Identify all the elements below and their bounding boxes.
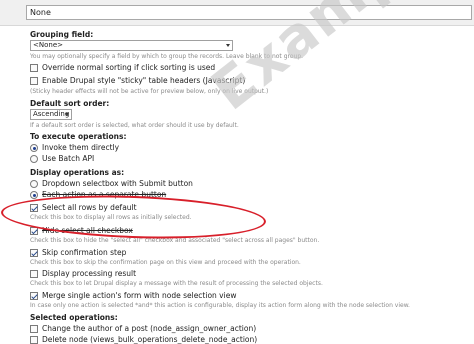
skip-confirmation-option[interactable]: Skip confirmation step: [30, 248, 126, 257]
display-result-option[interactable]: Display processing result: [30, 269, 136, 278]
default-sort-label: Default sort order:: [30, 99, 110, 108]
merge-action-label: Merge single action's form with node sel…: [42, 291, 237, 300]
execute-batch-label: Use Batch API: [42, 154, 95, 163]
display-operations-label: Display operations as:: [30, 168, 125, 177]
chevron-down-icon: [65, 113, 69, 116]
sticky-headers-checkbox[interactable]: [30, 76, 38, 85]
selected-operation-item[interactable]: Change the author of a post (node_assign…: [30, 324, 256, 333]
override-sort-checkbox[interactable]: [30, 63, 38, 72]
grouping-field-select[interactable]: <None>: [30, 40, 233, 51]
sticky-headers-option[interactable]: Enable Drupal style "sticky" table heade…: [30, 76, 245, 85]
display-option-dropdown[interactable]: Dropdown selectbox with Submit button: [30, 179, 193, 188]
selected-operation-label: Change the author of a post (node_assign…: [42, 324, 257, 333]
execute-option-batch[interactable]: Use Batch API: [30, 154, 94, 163]
execute-operations-label: To execute operations:: [30, 132, 127, 141]
top-select[interactable]: None: [26, 5, 472, 20]
display-result-description: Check this box to let Drupal display a m…: [30, 280, 323, 287]
execute-direct-radio[interactable]: [30, 143, 38, 152]
display-result-checkbox[interactable]: [30, 269, 38, 278]
override-sort-label: Override normal sorting if click sorting…: [42, 63, 216, 72]
selected-operation-label: Delete node (views_bulk_operations_delet…: [42, 335, 258, 344]
override-sort-option[interactable]: Override normal sorting if click sorting…: [30, 63, 215, 72]
execute-direct-label: Invoke them directly: [42, 143, 120, 152]
skip-confirmation-description: Check this box to skip the confirmation …: [30, 259, 301, 266]
selected-operation-item[interactable]: Delete node (views_bulk_operations_delet…: [30, 335, 257, 344]
display-result-label: Display processing result: [42, 269, 137, 278]
default-sort-description: If a default sort order is selected, wha…: [30, 122, 239, 129]
settings-page: None Grouping field: <None> You may opti…: [0, 0, 474, 344]
merge-action-checkbox[interactable]: [30, 291, 38, 300]
top-bar: None: [0, 0, 474, 26]
default-sort-select[interactable]: Ascending: [30, 109, 72, 120]
display-buttons-radio[interactable]: [30, 190, 38, 199]
selected-operation-checkbox[interactable]: [30, 324, 38, 333]
sticky-headers-label: Enable Drupal style "sticky" table heade…: [42, 76, 246, 85]
selected-operations-label: Selected operations:: [30, 313, 118, 322]
sticky-headers-description: (Sticky header effects will not be activ…: [30, 88, 269, 95]
default-sort-value: Ascending: [33, 110, 70, 118]
skip-confirmation-label: Skip confirmation step: [42, 248, 127, 257]
merge-action-description: In case only one action is selected *and…: [30, 302, 410, 309]
grouping-field-value: <None>: [33, 41, 63, 49]
display-dropdown-radio[interactable]: [30, 179, 38, 188]
grouping-field-label: Grouping field:: [30, 30, 94, 39]
execute-option-direct[interactable]: Invoke them directly: [30, 143, 119, 152]
merge-action-option[interactable]: Merge single action's form with node sel…: [30, 291, 236, 300]
execute-batch-radio[interactable]: [30, 154, 38, 163]
display-dropdown-label: Dropdown selectbox with Submit button: [42, 179, 193, 188]
chevron-down-icon: [226, 44, 230, 47]
selected-operation-checkbox[interactable]: [30, 335, 38, 344]
grouping-field-description: You may optionally specify a field by wh…: [30, 53, 304, 60]
skip-confirmation-checkbox[interactable]: [30, 248, 38, 257]
